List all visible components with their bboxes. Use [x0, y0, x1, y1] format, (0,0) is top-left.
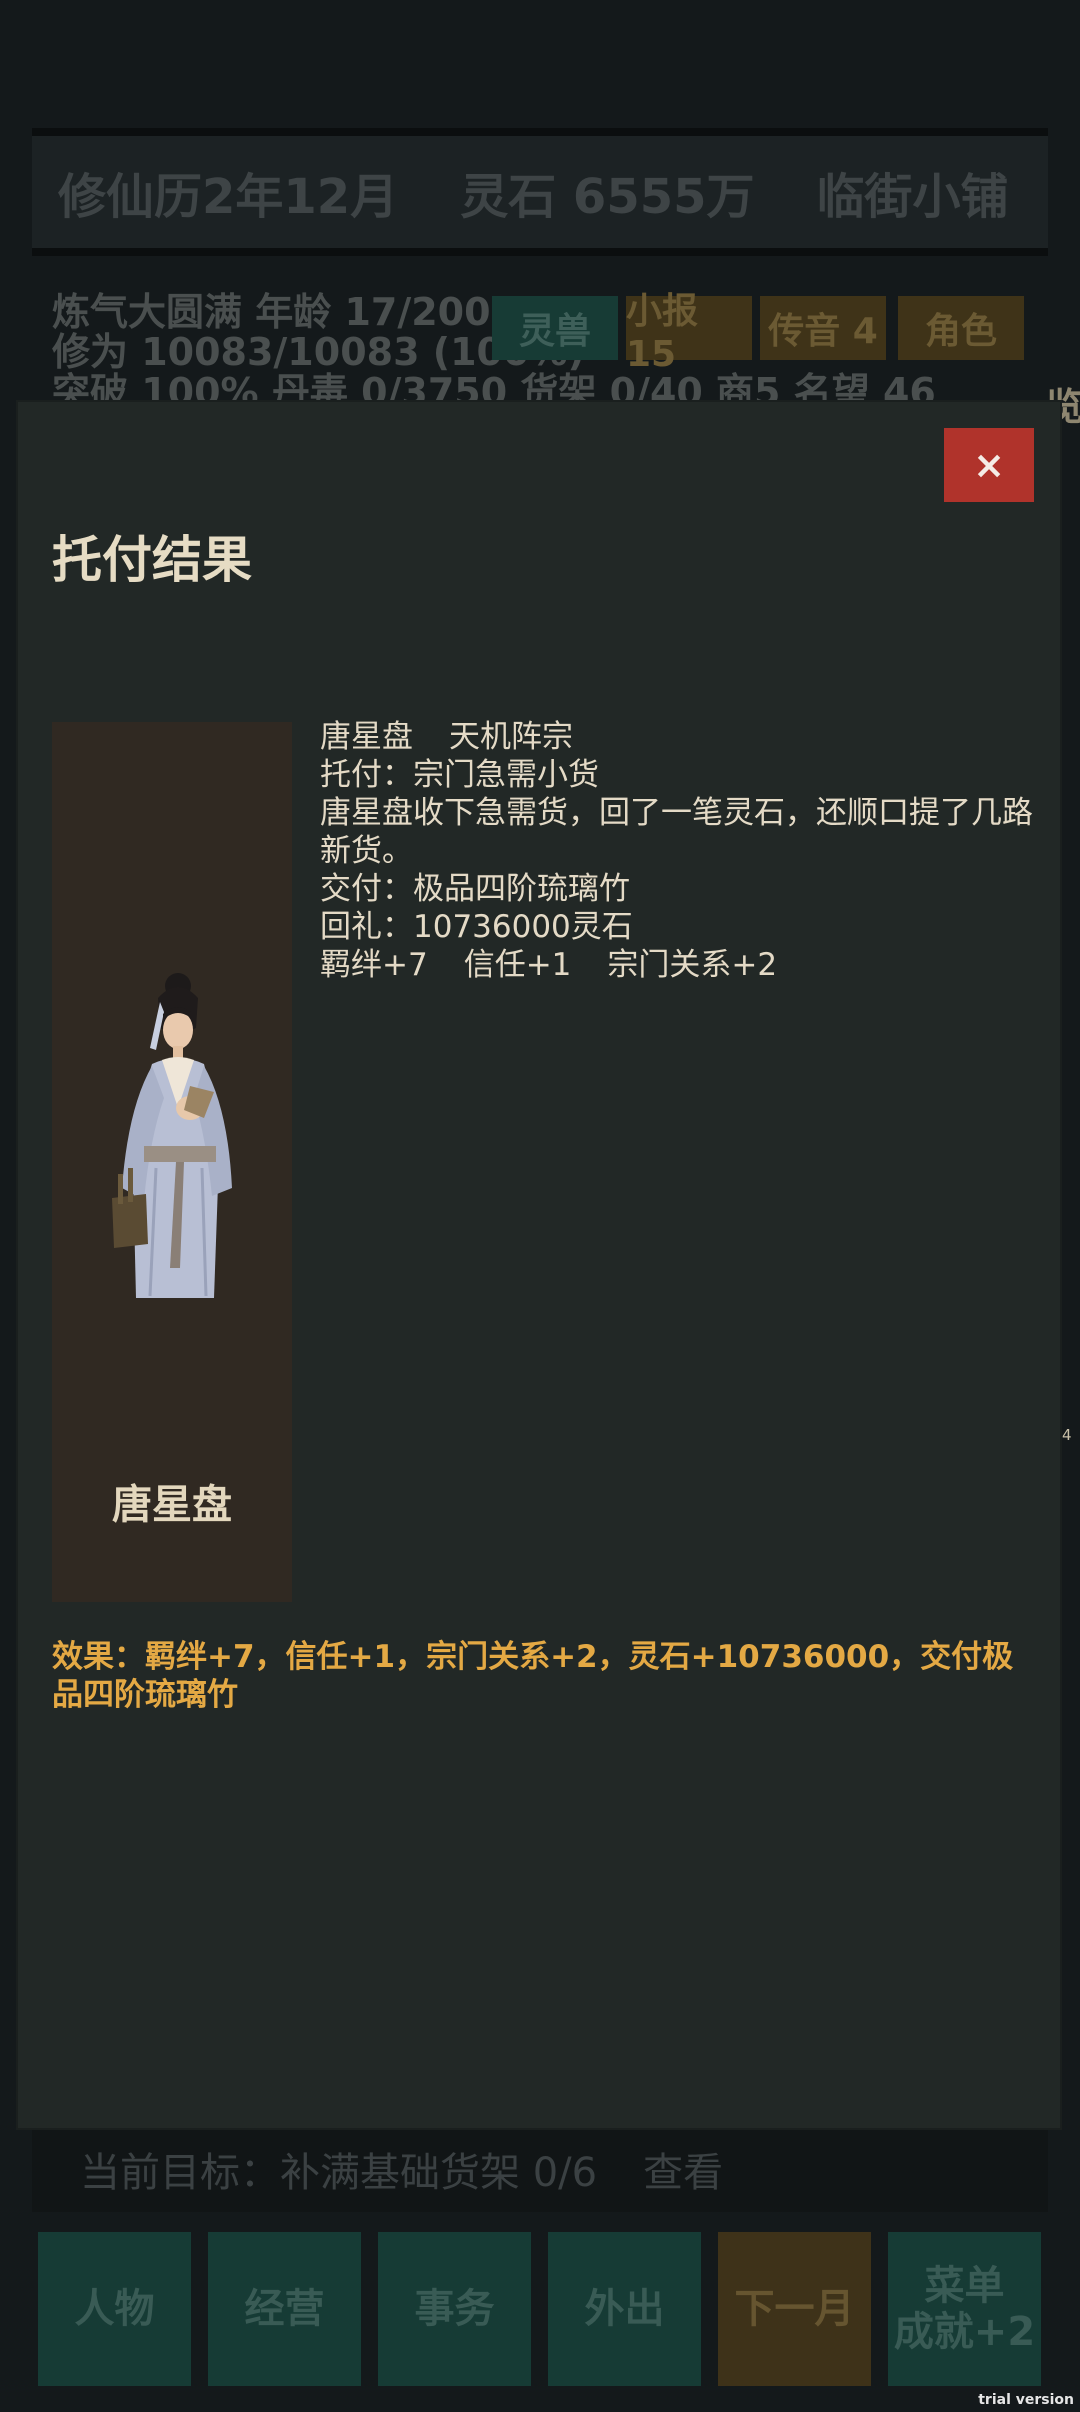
trial-watermark: trial version	[978, 2392, 1074, 2408]
current-goal-text: 当前目标：补满基础货架 0/6	[80, 2150, 598, 2196]
effect-summary: 效果：羁绊+7，信任+1，宗门关系+2，灵石+10736000，交付极品四阶琉璃…	[52, 1639, 1014, 1713]
close-button[interactable]: ×	[944, 428, 1034, 502]
spirit-beast-button[interactable]: 灵兽	[492, 296, 618, 360]
message-button[interactable]: 传音 4	[760, 296, 886, 360]
request-line: 托付：宗门急需小货	[320, 757, 599, 793]
result-details: 唐星盘 天机阵宗 托付：宗门急需小货 唐星盘收下急需货，回了一笔灵石，还顺口提了几…	[320, 718, 1040, 984]
character-card: 唐星盘	[52, 722, 292, 1602]
shop-name-label: 临街小铺	[816, 169, 1009, 225]
character-name: 唐星盘	[320, 719, 413, 755]
modal-title: 托付结果	[52, 531, 252, 589]
reward-line: 回礼：10736000灵石	[320, 909, 633, 945]
narrative-text: 唐星盘收下急需货，回了一笔灵石，还顺口提了几路新货。	[320, 795, 1033, 869]
nav-business[interactable]: 经营	[208, 2232, 361, 2386]
sect-change: 宗门关系+2	[607, 947, 778, 983]
view-goal-link[interactable]: 查看	[643, 2140, 723, 2198]
character-sect: 天机阵宗	[449, 719, 573, 755]
nav-character[interactable]: 人物	[38, 2232, 191, 2386]
portrait-name: 唐星盘	[112, 1482, 232, 1528]
nav-affairs[interactable]: 事务	[378, 2232, 531, 2386]
nav-next-month[interactable]: 下一月	[718, 2232, 871, 2386]
bottom-nav: 人物 经营 事务 外出 下一月 菜单 成就+2	[38, 2232, 1041, 2386]
relation-changes: 羁绊+7 信任+1 宗门关系+2	[320, 946, 1040, 984]
quick-buttons: 灵兽 小报 15 传音 4 角色	[492, 291, 1024, 375]
edge-number: 4	[1062, 1426, 1072, 1444]
top-status-bar: 修仙历2年12月 灵石 6555万 临街小铺	[32, 128, 1048, 256]
spirit-stones-label: 灵石 6555万	[460, 169, 755, 225]
character-portrait	[112, 973, 232, 1298]
character-button[interactable]: 角色	[898, 296, 1024, 360]
newspaper-button[interactable]: 小报 15	[626, 291, 752, 375]
trust-change: 信任+1	[463, 947, 572, 983]
nav-menu[interactable]: 菜单 成就+2	[888, 2232, 1041, 2386]
delivered-line: 交付：极品四阶琉璃竹	[320, 871, 630, 907]
calendar-label: 修仙历2年12月	[58, 169, 399, 225]
character-line: 唐星盘 天机阵宗	[320, 718, 1040, 756]
current-goal-bar: 当前目标：补满基础货架 0/6 查看	[32, 2126, 1048, 2212]
nav-outing[interactable]: 外出	[548, 2232, 701, 2386]
bond-change: 羁绊+7	[320, 947, 428, 983]
result-modal: × 托付结果 唐星盘 唐星盘 天机阵宗 托付：宗门急需小货 唐星盘收下急需货，回…	[18, 402, 1060, 2128]
